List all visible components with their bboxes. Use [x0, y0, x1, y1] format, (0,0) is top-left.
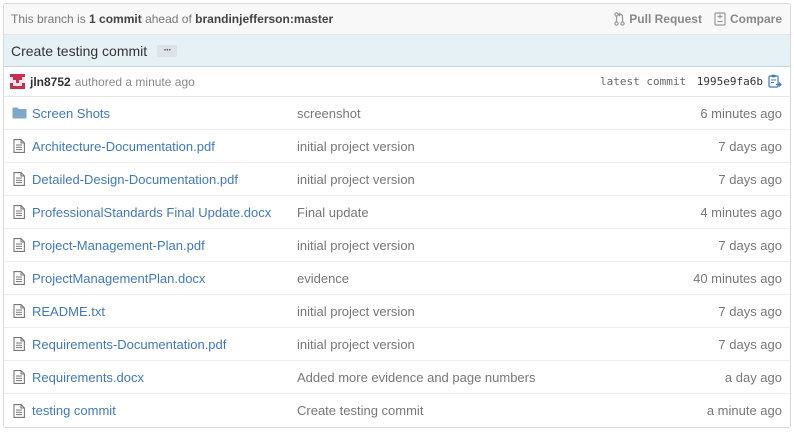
file-name-link[interactable]: README.txt: [32, 304, 297, 319]
file-age: 7 days ago: [718, 336, 782, 352]
folder-icon: [4, 107, 32, 119]
file-icon: [4, 139, 32, 153]
file-commit-message[interactable]: initial project version: [297, 238, 630, 253]
compare-label: Compare: [729, 12, 782, 26]
file-commit-message[interactable]: initial project version: [297, 139, 630, 154]
commit-meta-bar: jln8752 authored a minute ago latest com…: [4, 67, 790, 97]
file-name-link[interactable]: Requirements.docx: [32, 370, 297, 385]
file-age: 7 days ago: [718, 138, 782, 154]
file-commit-message[interactable]: Final update: [297, 205, 630, 220]
latest-commit-bar: Create testing commit ···: [4, 35, 790, 67]
branch-status-bar: This branch is 1 commit ahead of brandin…: [4, 4, 790, 35]
file-icon: [4, 304, 32, 318]
expand-commit-message-button[interactable]: ···: [157, 44, 178, 57]
file-name-link[interactable]: ProfessionalStandards Final Update.docx: [32, 205, 297, 220]
file-age: 7 days ago: [718, 171, 782, 187]
pull-request-icon: [614, 12, 625, 26]
file-icon: [4, 337, 32, 351]
ahead-count: 1 commit: [89, 12, 142, 26]
file-name-link[interactable]: testing commit: [32, 403, 297, 418]
commit-title[interactable]: Create testing commit: [11, 43, 147, 59]
file-name-link[interactable]: Architecture-Documentation.pdf: [32, 139, 297, 154]
file-name-link[interactable]: ProjectManagementPlan.docx: [32, 271, 297, 286]
commit-sha-link[interactable]: 1995e9fa6b: [697, 75, 763, 88]
commit-author[interactable]: jln8752: [30, 75, 71, 89]
file-icon: [4, 403, 32, 418]
file-commit-message[interactable]: initial project version: [297, 172, 630, 187]
file-commit-message[interactable]: screenshot: [297, 106, 630, 121]
file-row[interactable]: Project-Management-Plan.pdf initial proj…: [4, 229, 790, 262]
branch-actions: Pull Request Compare: [614, 12, 782, 26]
file-commit-message[interactable]: evidence: [297, 271, 630, 286]
file-row[interactable]: testing commit Create testing commit a m…: [4, 394, 790, 427]
file-commit-message[interactable]: Added more evidence and page numbers: [297, 370, 630, 385]
file-row[interactable]: ProfessionalStandards Final Update.docx …: [4, 196, 790, 229]
file-age: 7 days ago: [718, 303, 782, 319]
compare-button[interactable]: Compare: [714, 12, 782, 26]
file-commit-message[interactable]: initial project version: [297, 304, 630, 319]
file-name-link[interactable]: Project-Management-Plan.pdf: [32, 238, 297, 253]
latest-commit-label: latest commit: [600, 75, 687, 88]
file-age: a minute ago: [706, 403, 782, 418]
branch-status-prefix: This branch is: [11, 12, 86, 26]
file-name-link[interactable]: Detailed-Design-Documentation.pdf: [32, 172, 297, 187]
compare-icon: [714, 12, 726, 26]
file-row[interactable]: Architecture-Documentation.pdf initial p…: [4, 130, 790, 163]
repo-file-browser: This branch is 1 commit ahead of brandin…: [3, 3, 791, 428]
file-row[interactable]: ProjectManagementPlan.docx evidence 40 m…: [4, 262, 790, 295]
latest-commit-info: latest commit 1995e9fa6b: [600, 75, 763, 88]
file-age: 7 days ago: [718, 237, 782, 253]
file-name-link[interactable]: Screen Shots: [32, 106, 297, 121]
file-age: 40 minutes ago: [693, 270, 782, 286]
commit-authored-time: authored a minute ago: [74, 74, 195, 89]
file-age: a day ago: [724, 369, 782, 385]
branch-status-message: This branch is 1 commit ahead of brandin…: [11, 12, 614, 26]
upstream-branch: brandinjefferson:master: [195, 12, 334, 26]
file-row[interactable]: Requirements-Documentation.pdf initial p…: [4, 328, 790, 361]
file-row[interactable]: README.txt initial project version 7 day…: [4, 295, 790, 328]
clipboard-icon[interactable]: [768, 74, 782, 89]
file-row[interactable]: Detailed-Design-Documentation.pdf initia…: [4, 163, 790, 196]
file-icon: [4, 370, 32, 384]
pull-request-button[interactable]: Pull Request: [614, 12, 702, 26]
file-icon: [4, 238, 32, 252]
file-icon: [4, 172, 32, 186]
file-row[interactable]: Screen Shots screenshot 6 minutes ago: [4, 97, 790, 130]
branch-status-middle: ahead of: [145, 12, 192, 26]
file-name-link[interactable]: Requirements-Documentation.pdf: [32, 337, 297, 352]
file-age: 4 minutes ago: [700, 204, 782, 220]
file-list: Screen Shots screenshot 6 minutes ago Ar…: [4, 97, 790, 427]
file-row[interactable]: Requirements.docx Added more evidence an…: [4, 361, 790, 394]
file-commit-message[interactable]: Create testing commit: [297, 403, 630, 418]
pull-request-label: Pull Request: [629, 12, 702, 26]
avatar[interactable]: [10, 74, 25, 89]
file-icon: [4, 205, 32, 219]
file-commit-message[interactable]: initial project version: [297, 337, 630, 352]
file-age: 6 minutes ago: [700, 105, 782, 121]
file-icon: [4, 271, 32, 285]
